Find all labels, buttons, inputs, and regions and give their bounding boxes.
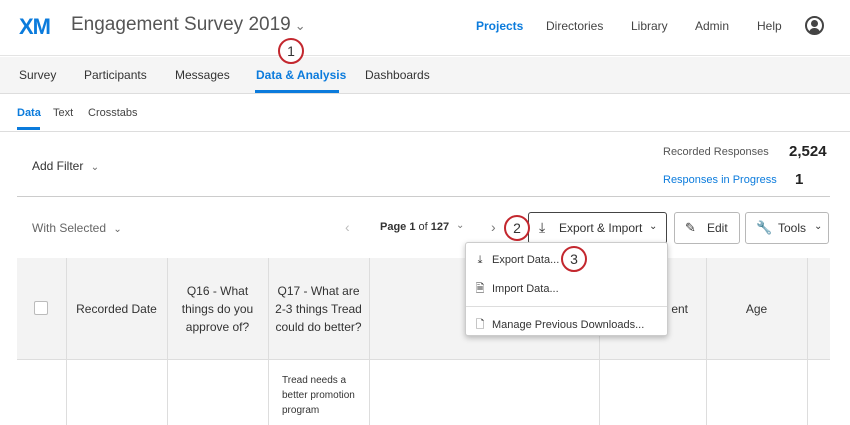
chevron-down-icon[interactable]: ⌄	[456, 220, 464, 231]
chevron-down-icon: ⌄	[90, 162, 100, 173]
download-icon: ⤓	[477, 254, 483, 266]
page-of: of	[415, 221, 431, 233]
chevron-down-icon: ⌄	[649, 221, 658, 232]
nav-help[interactable]: Help	[757, 19, 782, 33]
column-header-recorded-date[interactable]: Recorded Date	[66, 258, 167, 360]
project-title: Engagement Survey 2019	[71, 14, 291, 35]
pencil-icon: ✎	[685, 220, 696, 235]
table-cell-q17: Tread needs a better promotion program	[282, 375, 355, 416]
page-prefix: Page	[380, 221, 410, 233]
add-filter-button[interactable]: Add Filter ⌄	[32, 159, 99, 173]
page-total: 127	[430, 221, 450, 233]
documents-icon: 🗋	[475, 319, 485, 331]
callout-3: 3	[561, 246, 587, 272]
menu-item-export-data[interactable]: ⤓ Export Data...	[474, 254, 560, 267]
active-subtab-underline	[17, 127, 40, 130]
menu-item-label: Import Data...	[492, 283, 559, 295]
prev-page-icon[interactable]: ‹	[345, 219, 350, 235]
active-tab-underline	[255, 90, 339, 93]
tools-label: Tools	[778, 221, 807, 235]
recorded-responses-label: Recorded Responses	[663, 146, 769, 158]
nav-library[interactable]: Library	[631, 19, 668, 33]
xm-logo[interactable]: XM	[19, 14, 51, 40]
subtab-crosstabs[interactable]: Crosstabs	[88, 107, 138, 119]
column-header-age[interactable]: Age	[706, 258, 807, 360]
with-selected-dropdown[interactable]: With Selected ⌄	[32, 221, 122, 235]
menu-divider	[466, 306, 667, 307]
user-account-icon[interactable]	[805, 16, 824, 35]
with-selected-label: With Selected	[32, 221, 107, 235]
edit-button[interactable]: ✎ Edit	[674, 212, 740, 244]
page-indicator[interactable]: Page 1 of 127	[380, 221, 449, 233]
callout-1: 1	[278, 38, 304, 64]
menu-item-import-data[interactable]: 🗎 Import Data...	[474, 280, 559, 299]
export-import-button[interactable]: ⤓ Export & Import ⌄	[528, 212, 667, 244]
top-bar: XM Engagement Survey 2019 ⌄ Projects Dire…	[0, 0, 850, 56]
tab-participants[interactable]: Participants	[84, 68, 147, 82]
file-upload-icon: 🗎	[475, 283, 485, 295]
nav-admin[interactable]: Admin	[695, 19, 729, 33]
callout-2: 2	[504, 215, 530, 241]
tab-data-analysis[interactable]: Data & Analysis	[256, 68, 346, 82]
column-header-q17[interactable]: Q17 - What are 2-3 things Tread could do…	[268, 258, 369, 360]
subtab-data[interactable]: Data	[17, 107, 41, 119]
select-all-checkbox[interactable]	[34, 301, 48, 315]
column-divider	[807, 258, 808, 425]
next-page-icon[interactable]: ›	[491, 219, 496, 235]
wrench-icon: 🔧	[756, 220, 773, 235]
responses-in-progress-count: 1	[795, 171, 804, 188]
recorded-responses-count: 2,524	[789, 143, 827, 160]
menu-item-manage-downloads[interactable]: 🗋 Manage Previous Downloads...	[474, 316, 645, 335]
project-tabs: Survey Participants Messages Data & Anal…	[0, 57, 850, 94]
tab-messages[interactable]: Messages	[175, 68, 230, 82]
project-title-dropdown[interactable]: Engagement Survey 2019 ⌄	[71, 14, 306, 36]
nav-directories[interactable]: Directories	[546, 19, 603, 33]
chevron-down-icon: ⌄	[814, 221, 823, 232]
export-import-label: Export & Import	[559, 221, 643, 235]
edit-label: Edit	[707, 221, 728, 235]
download-icon: ⤓	[539, 219, 546, 235]
tools-button[interactable]: 🔧 Tools ⌄	[745, 212, 829, 244]
responses-in-progress-link[interactable]: Responses in Progress	[663, 174, 777, 186]
data-subtabs: Data Text Crosstabs	[0, 95, 850, 132]
tab-survey[interactable]: Survey	[19, 68, 56, 82]
responses-table: Recorded Date Q16 - What things do you a…	[17, 258, 830, 425]
add-filter-label: Add Filter	[32, 159, 84, 173]
chevron-down-icon: ⌄	[113, 224, 122, 235]
menu-item-label: Export Data...	[492, 254, 560, 266]
divider	[17, 196, 830, 197]
column-header-q16[interactable]: Q16 - What things do you approve of?	[167, 258, 268, 360]
subtab-text[interactable]: Text	[53, 107, 73, 119]
tab-dashboards[interactable]: Dashboards	[365, 68, 430, 82]
menu-item-label: Manage Previous Downloads...	[492, 319, 645, 331]
chevron-down-icon: ⌄	[294, 18, 306, 33]
nav-projects[interactable]: Projects	[476, 19, 523, 33]
